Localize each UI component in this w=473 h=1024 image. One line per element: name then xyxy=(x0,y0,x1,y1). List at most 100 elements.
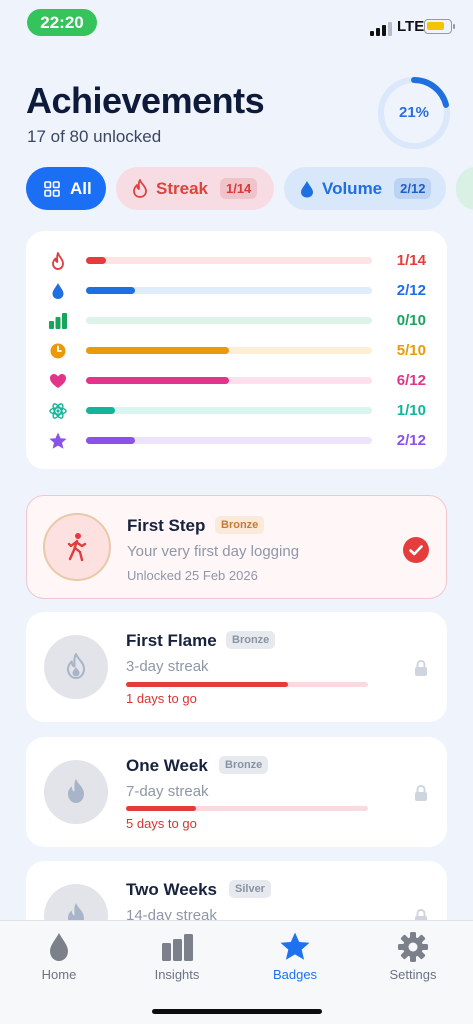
badge-progress-bar xyxy=(126,806,368,811)
filter-volume-label: Volume xyxy=(322,178,383,198)
badge-progress-bar xyxy=(126,682,368,687)
category-value: 2/12 xyxy=(396,432,426,449)
badge-progress-fill xyxy=(126,682,289,687)
badge-tier: Bronze xyxy=(215,516,265,534)
filter-next-chip[interactable] xyxy=(456,167,473,210)
drop-icon xyxy=(301,180,313,197)
badge-card-first-flame[interactable]: First Flame Bronze 3-day streak 1 days t… xyxy=(26,612,447,722)
category-progress-card: 1/14 2/12 0/10 5/10 6/12 1/10 2/12 xyxy=(26,231,447,469)
flame-icon xyxy=(67,653,85,679)
progress-fill xyxy=(86,437,135,444)
tab-insights[interactable]: Insights xyxy=(118,921,236,1001)
lock-icon xyxy=(415,784,427,801)
lock-icon xyxy=(415,659,427,676)
tab-settings[interactable]: Settings xyxy=(354,921,472,1001)
category-row-time: 5/10 xyxy=(26,341,447,361)
badge-name: First Flame xyxy=(126,631,217,650)
badge-icon-circle xyxy=(44,760,108,824)
progress-track xyxy=(86,407,372,414)
category-value: 0/10 xyxy=(396,312,426,329)
category-row-health: 6/12 xyxy=(26,371,447,391)
category-value: 6/12 xyxy=(396,372,426,389)
badge-tier: Bronze xyxy=(219,756,269,774)
drop-icon xyxy=(52,283,64,299)
badge-icon-circle xyxy=(43,513,111,581)
filter-all-label: All xyxy=(70,178,92,198)
atom-icon xyxy=(49,403,67,419)
filter-all-chip[interactable]: All xyxy=(26,167,106,210)
network-label: LTE xyxy=(397,18,425,35)
tab-badges-label: Badges xyxy=(272,967,318,982)
filter-chips: All Streak 1/14 Volume 2/12 xyxy=(26,167,473,211)
progress-track xyxy=(86,287,372,294)
filter-streak-count: 1/14 xyxy=(219,178,258,199)
badge-tier: Silver xyxy=(229,880,271,898)
star-icon xyxy=(280,932,310,960)
progress-fill xyxy=(86,287,135,294)
badge-card-one-week[interactable]: One Week Bronze 7-day streak 5 days to g… xyxy=(26,737,447,847)
badge-tier: Bronze xyxy=(226,631,276,649)
check-icon xyxy=(403,537,429,563)
heart-icon xyxy=(50,374,66,388)
progress-track xyxy=(86,377,372,384)
flame-icon xyxy=(68,779,84,803)
progress-track xyxy=(86,257,372,264)
completion-percent: 21% xyxy=(398,104,430,121)
filter-streak-chip[interactable]: Streak 1/14 xyxy=(116,167,274,210)
badge-name: One Week xyxy=(126,756,208,775)
drop-icon xyxy=(50,933,68,961)
category-value: 1/14 xyxy=(396,252,426,269)
unlock-summary: 17 of 80 unlocked xyxy=(27,127,162,146)
flame-icon xyxy=(52,252,64,270)
badge-days-to-go: 5 days to go xyxy=(126,816,197,831)
badge-description: 3-day streak xyxy=(126,658,209,675)
tab-badges[interactable]: Badges xyxy=(236,921,354,1001)
battery-icon xyxy=(424,19,455,34)
tab-settings-label: Settings xyxy=(389,967,437,982)
flame-icon xyxy=(133,179,147,198)
status-time: 22:20 xyxy=(27,9,97,36)
badge-icon-circle xyxy=(44,635,108,699)
tab-insights-label: Insights xyxy=(154,967,200,982)
category-row-streak: 1/14 xyxy=(26,251,447,271)
progress-fill xyxy=(86,377,229,384)
badge-name: Two Weeks xyxy=(126,880,218,899)
bar-chart-icon xyxy=(162,934,193,961)
completion-ring: 21% xyxy=(377,76,451,150)
category-value: 2/12 xyxy=(396,282,426,299)
grid-icon xyxy=(44,180,60,197)
badge-description: Your very first day logging xyxy=(127,543,300,560)
clock-icon xyxy=(50,343,66,359)
progress-fill xyxy=(86,407,115,414)
category-value: 1/10 xyxy=(396,402,426,419)
progress-track xyxy=(86,317,372,324)
walking-person-icon xyxy=(67,533,87,562)
star-icon xyxy=(49,432,67,449)
badge-progress-fill xyxy=(126,806,197,811)
category-value: 5/10 xyxy=(396,342,426,359)
progress-track xyxy=(86,437,372,444)
badge-days-to-go: 1 days to go xyxy=(126,691,197,706)
tab-home-label: Home xyxy=(41,967,77,982)
category-row-volume: 2/12 xyxy=(26,281,447,301)
bar-chart-icon xyxy=(49,313,67,329)
filter-volume-chip[interactable]: Volume 2/12 xyxy=(284,167,446,210)
category-row-insights: 0/10 xyxy=(26,311,447,331)
page-title: Achievements xyxy=(26,80,265,121)
badge-description: 7-day streak xyxy=(126,783,209,800)
gear-icon xyxy=(398,932,428,962)
badge-name: First Step xyxy=(127,516,206,535)
filter-streak-label: Streak xyxy=(156,178,208,198)
progress-fill xyxy=(86,257,107,264)
home-indicator[interactable] xyxy=(152,1009,322,1014)
status-bar: 22:20 LTE xyxy=(0,0,473,46)
progress-track xyxy=(86,347,372,354)
tab-home[interactable]: Home xyxy=(0,921,118,1001)
category-row-special: 2/12 xyxy=(26,431,447,451)
category-row-science: 1/10 xyxy=(26,401,447,421)
signal-icon xyxy=(370,22,392,36)
filter-volume-count: 2/12 xyxy=(394,178,432,199)
progress-fill xyxy=(86,347,229,354)
badge-card-first-step[interactable]: First Step Bronze Your very first day lo… xyxy=(26,495,447,599)
badge-unlocked-date: Unlocked 25 Feb 2026 xyxy=(127,568,258,583)
